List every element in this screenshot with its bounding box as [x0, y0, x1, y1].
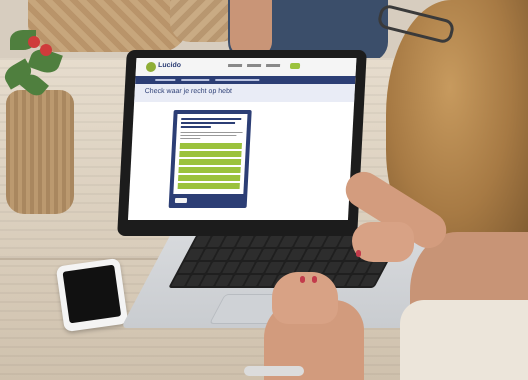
woman-hand-on-trackpad — [272, 272, 338, 324]
smartphone — [55, 257, 129, 333]
site-logo-text: Lucido — [157, 62, 182, 69]
laptop-lid: Lucido Check waar je recht op hebt — [117, 50, 367, 236]
wicker-cushion — [28, 0, 188, 52]
painted-nail — [300, 276, 305, 283]
red-flower — [40, 44, 52, 56]
answer-option[interactable] — [178, 167, 241, 173]
woman-top — [400, 300, 528, 380]
question-text — [181, 118, 242, 120]
question-text — [180, 126, 211, 128]
page-title: Check waar je recht op hebt — [144, 88, 233, 95]
bracelet — [244, 366, 304, 376]
next-button[interactable] — [174, 198, 188, 203]
question-hint — [180, 138, 201, 139]
painted-nail — [356, 250, 361, 257]
background-person-arm — [230, 0, 272, 56]
question-card — [168, 110, 252, 208]
answer-option[interactable] — [178, 159, 242, 165]
nav-link[interactable] — [246, 64, 262, 67]
breadcrumb-item[interactable] — [215, 79, 260, 81]
nav-link[interactable] — [265, 64, 281, 67]
answer-option[interactable] — [178, 175, 241, 181]
question-hint — [180, 135, 237, 136]
site-logo-icon — [145, 62, 157, 72]
woman-hand-on-keyboard — [352, 222, 414, 262]
answer-option[interactable] — [179, 143, 242, 149]
laptop-screen: Lucido Check waar je recht op hebt — [127, 58, 357, 220]
red-flower — [28, 36, 40, 48]
breadcrumb-item[interactable] — [155, 79, 176, 81]
phone-screen — [62, 264, 122, 324]
nav-button[interactable] — [289, 63, 301, 69]
question-card-body — [173, 114, 248, 194]
photo-scene: Lucido Check waar je recht op hebt — [0, 0, 528, 380]
answer-option[interactable] — [179, 151, 242, 157]
breadcrumb-item[interactable] — [181, 79, 210, 81]
question-hint — [180, 132, 243, 133]
question-text — [180, 122, 236, 124]
plant-pot — [6, 90, 74, 214]
site-nav — [227, 64, 281, 67]
site-header: Lucido — [135, 58, 357, 77]
nav-link[interactable] — [227, 64, 243, 67]
breadcrumb-bar — [135, 76, 356, 84]
answer-option[interactable] — [177, 183, 240, 189]
painted-nail — [312, 276, 317, 283]
